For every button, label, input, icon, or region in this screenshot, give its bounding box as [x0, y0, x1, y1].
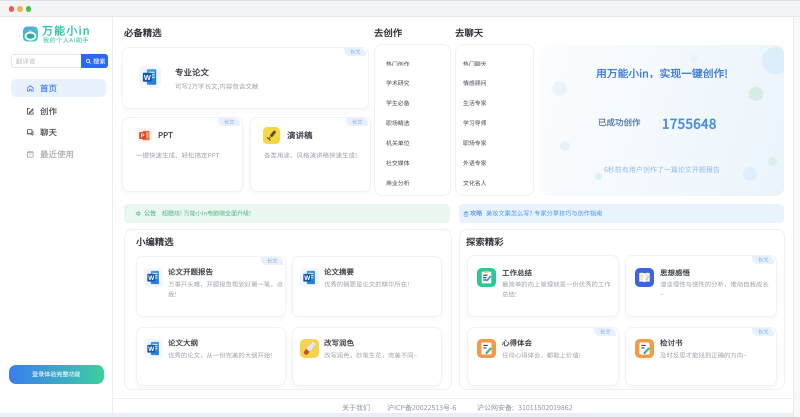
- svg-text:P: P: [141, 134, 145, 140]
- svg-text:W: W: [148, 274, 154, 281]
- svg-text:W: W: [144, 72, 151, 81]
- svg-text:W: W: [148, 345, 154, 352]
- svg-text:W: W: [304, 274, 310, 281]
